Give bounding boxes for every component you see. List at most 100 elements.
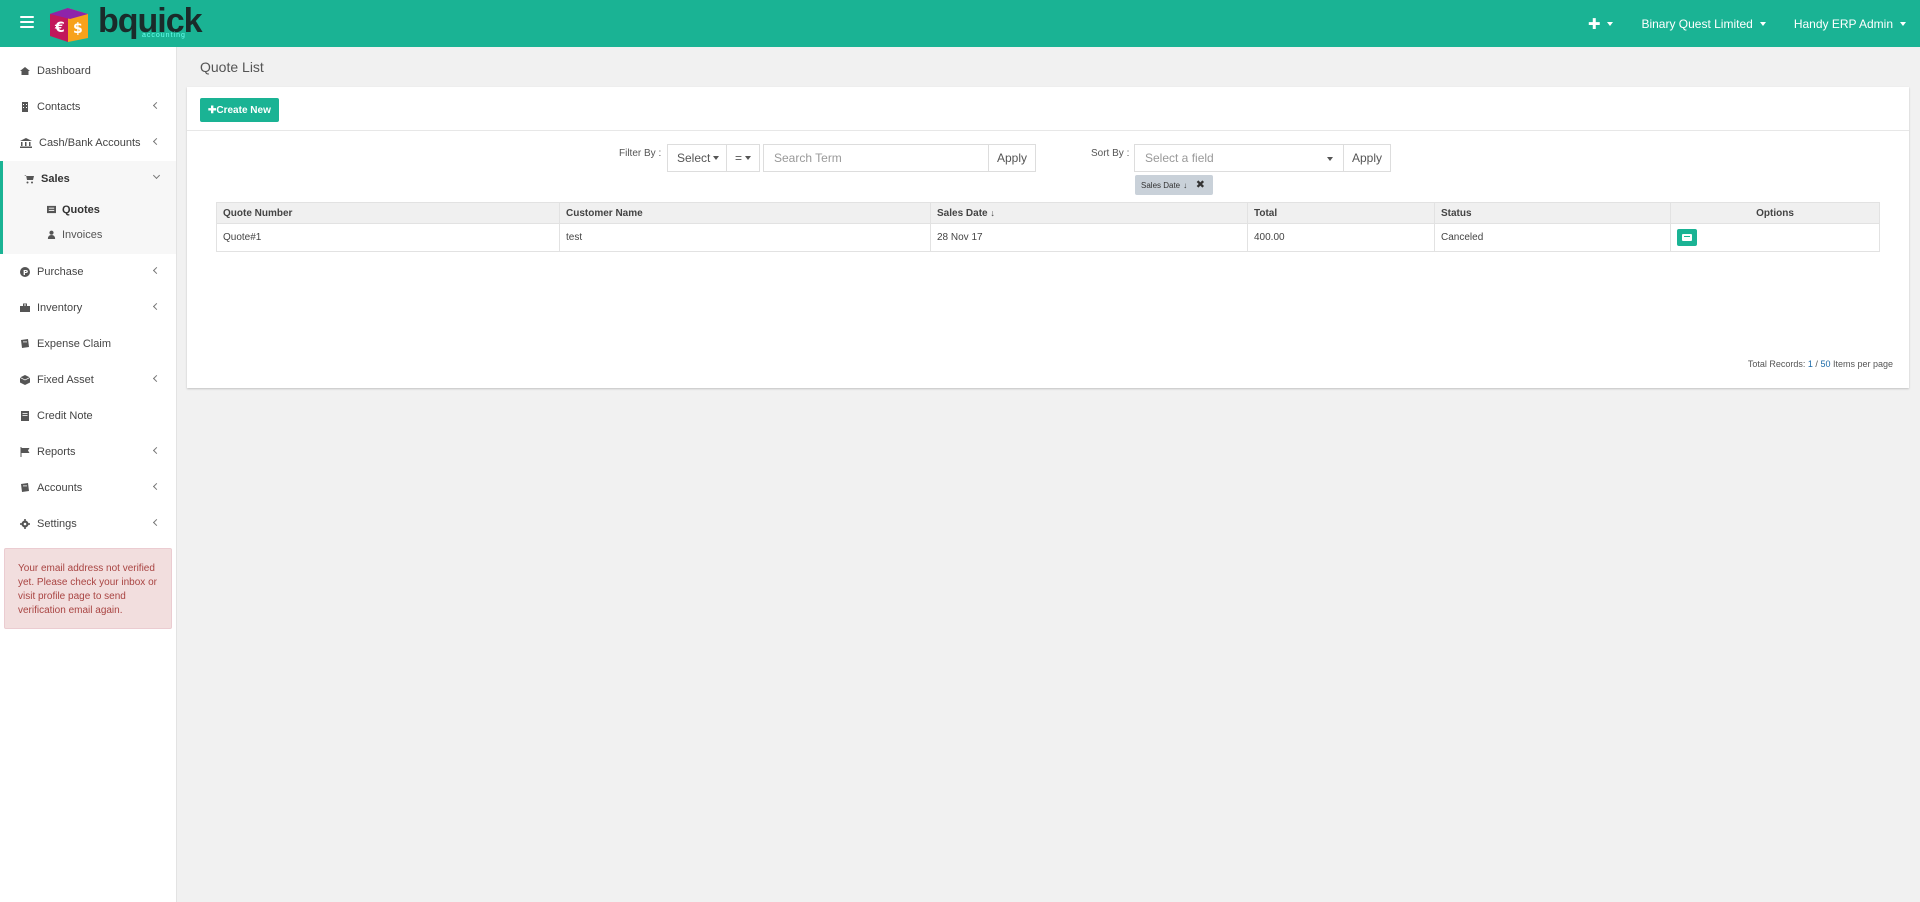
- chevron-left-icon: [152, 266, 161, 275]
- create-new-button[interactable]: ✚Create New: [200, 98, 279, 122]
- sidebar-item-settings[interactable]: Settings: [0, 506, 176, 542]
- sidebar-item-sales[interactable]: Sales: [3, 161, 176, 197]
- svg-text:€: €: [54, 20, 65, 36]
- sidebar-group-sales: Sales Quotes Invoices: [0, 161, 176, 254]
- column-header-quote-number[interactable]: Quote Number: [216, 202, 560, 224]
- sidebar-subitem-label: Quotes: [62, 203, 100, 216]
- cell-quote-number[interactable]: Quote#1: [216, 223, 560, 252]
- chevron-left-icon: [152, 518, 161, 527]
- cube-icon: [20, 375, 30, 385]
- sort-apply-button[interactable]: Apply: [1343, 144, 1391, 172]
- filter-field-select[interactable]: Select: [667, 144, 727, 172]
- filter-apply-button[interactable]: Apply: [988, 144, 1036, 172]
- quick-add-menu[interactable]: ✚: [1574, 15, 1628, 33]
- column-header-sales-date[interactable]: Sales Date ↓: [930, 202, 1248, 224]
- user-icon: [47, 230, 56, 239]
- view-details-button[interactable]: [1677, 229, 1697, 246]
- table-row[interactable]: Quote#1 test 28 Nov 17 400.00 Canceled: [216, 223, 1880, 252]
- filter-search-input[interactable]: Search Term: [763, 144, 989, 172]
- chevron-left-icon: [152, 302, 161, 311]
- sidebar-item-inventory[interactable]: Inventory: [0, 290, 176, 326]
- book-icon: [21, 339, 29, 348]
- quote-list-panel: ✚Create New Filter By : Select = Search …: [187, 87, 1909, 388]
- sidebar-item-label: Settings: [37, 518, 77, 530]
- sidebar-item-label: Accounts: [37, 482, 83, 494]
- sidebar-subitem-quotes[interactable]: Quotes: [3, 197, 176, 222]
- table-header-row: Quote Number Customer Name Sales Date ↓ …: [216, 202, 1880, 224]
- caret-down-icon: [1607, 21, 1614, 26]
- sidebar-item-label: Purchase: [37, 266, 84, 278]
- cell-options: [1670, 223, 1880, 252]
- building-icon: [22, 102, 28, 112]
- sort-desc-icon: ↓: [1183, 180, 1188, 190]
- sidebar-item-fixed-asset[interactable]: Fixed Asset: [0, 362, 176, 398]
- sidebar-item-accounts[interactable]: Accounts: [0, 470, 176, 506]
- book-icon: [21, 483, 29, 492]
- bank-icon: [20, 138, 32, 148]
- chevron-left-icon: [152, 101, 161, 110]
- chevron-left-icon: [152, 374, 161, 383]
- pagination-info: Total Records: 1 / 50 Items per page: [1748, 359, 1893, 369]
- items-per-page-label: Items per page: [1830, 359, 1893, 369]
- user-menu[interactable]: Handy ERP Admin: [1780, 17, 1920, 31]
- svg-text:P: P: [23, 269, 28, 277]
- column-header-label: Sales Date: [937, 207, 988, 219]
- page-title: Quote List: [200, 59, 264, 75]
- sidebar: Dashboard Contacts Cash/Bank Accounts Sa…: [0, 47, 177, 902]
- company-menu[interactable]: Binary Quest Limited: [1627, 17, 1779, 31]
- sort-tag-label: Sales Date: [1141, 180, 1181, 190]
- column-header-customer-name[interactable]: Customer Name: [559, 202, 931, 224]
- close-icon[interactable]: ✖: [1196, 178, 1205, 191]
- column-header-status[interactable]: Status: [1434, 202, 1671, 224]
- doc-icon: [21, 411, 29, 421]
- brand-logo[interactable]: € $ bquick accounting: [46, 2, 206, 44]
- sidebar-item-label: Fixed Asset: [37, 374, 94, 386]
- sidebar-item-label: Contacts: [37, 101, 81, 113]
- logo-cube-icon: € $: [50, 8, 88, 42]
- sidebar-subitem-label: Invoices: [62, 228, 103, 241]
- hamburger-menu-icon[interactable]: [20, 16, 34, 28]
- sidebar-item-label: Inventory: [37, 302, 83, 314]
- sidebar-item-label: Cash/Bank Accounts: [39, 137, 141, 149]
- sidebar-subitem-invoices[interactable]: Invoices: [3, 222, 176, 247]
- brand-tagline: accounting: [142, 32, 186, 39]
- sort-desc-icon: ↓: [990, 207, 995, 218]
- panel-header: ✚Create New: [187, 87, 1909, 131]
- status-badge: Canceled: [1434, 223, 1671, 252]
- plus-icon: ✚: [1587, 15, 1601, 33]
- flag-icon: [20, 447, 30, 457]
- caret-down-icon: [1759, 21, 1766, 26]
- sort-by-label: Sort By :: [1091, 148, 1130, 159]
- caret-down-icon: [745, 156, 752, 160]
- sidebar-item-label: Credit Note: [37, 410, 93, 422]
- sidebar-item-expense-claim[interactable]: Expense Claim: [0, 326, 176, 362]
- column-header-total[interactable]: Total: [1247, 202, 1435, 224]
- chevron-left-icon: [152, 446, 161, 455]
- filter-operator-value: =: [735, 151, 743, 165]
- sidebar-item-reports[interactable]: Reports: [0, 434, 176, 470]
- items-per-page-select[interactable]: 50: [1820, 359, 1830, 369]
- sort-field-placeholder: Select a field: [1145, 151, 1214, 165]
- sort-tag-sales-date[interactable]: Sales Date ↓ ✖: [1135, 175, 1213, 195]
- user-name: Handy ERP Admin: [1793, 16, 1893, 31]
- sort-field-select[interactable]: Select a field: [1134, 144, 1344, 172]
- gear-icon: [20, 519, 30, 529]
- home-icon: [20, 67, 30, 75]
- sidebar-item-label: Reports: [37, 446, 76, 458]
- chevron-down-icon: [152, 171, 161, 180]
- list-icon: [47, 205, 56, 214]
- filter-operator-select[interactable]: =: [726, 144, 760, 172]
- filter-by-label: Filter By :: [619, 148, 662, 159]
- sidebar-item-contacts[interactable]: Contacts: [0, 89, 176, 125]
- top-navbar: € $ bquick accounting ✚ Binary Quest Lim…: [0, 0, 1920, 47]
- sidebar-item-dashboard[interactable]: Dashboard: [0, 53, 176, 89]
- email-verification-alert: Your email address not verified yet. Ple…: [4, 548, 172, 629]
- sidebar-item-credit-note[interactable]: Credit Note: [0, 398, 176, 434]
- column-header-options: Options: [1670, 202, 1880, 224]
- svg-text:$: $: [73, 21, 83, 37]
- company-name: Binary Quest Limited: [1641, 16, 1753, 31]
- sidebar-item-purchase[interactable]: P Purchase: [0, 254, 176, 290]
- chevron-left-icon: [152, 137, 161, 146]
- sidebar-item-cash-bank[interactable]: Cash/Bank Accounts: [0, 125, 176, 161]
- caret-down-icon: [713, 156, 720, 160]
